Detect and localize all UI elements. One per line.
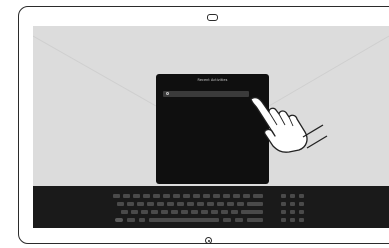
touch-screen[interactable]: Recent Activities [33,26,389,228]
home-button-icon[interactable] [205,237,212,244]
camera-icon [207,14,218,21]
hand-tap-icon [250,96,328,153]
